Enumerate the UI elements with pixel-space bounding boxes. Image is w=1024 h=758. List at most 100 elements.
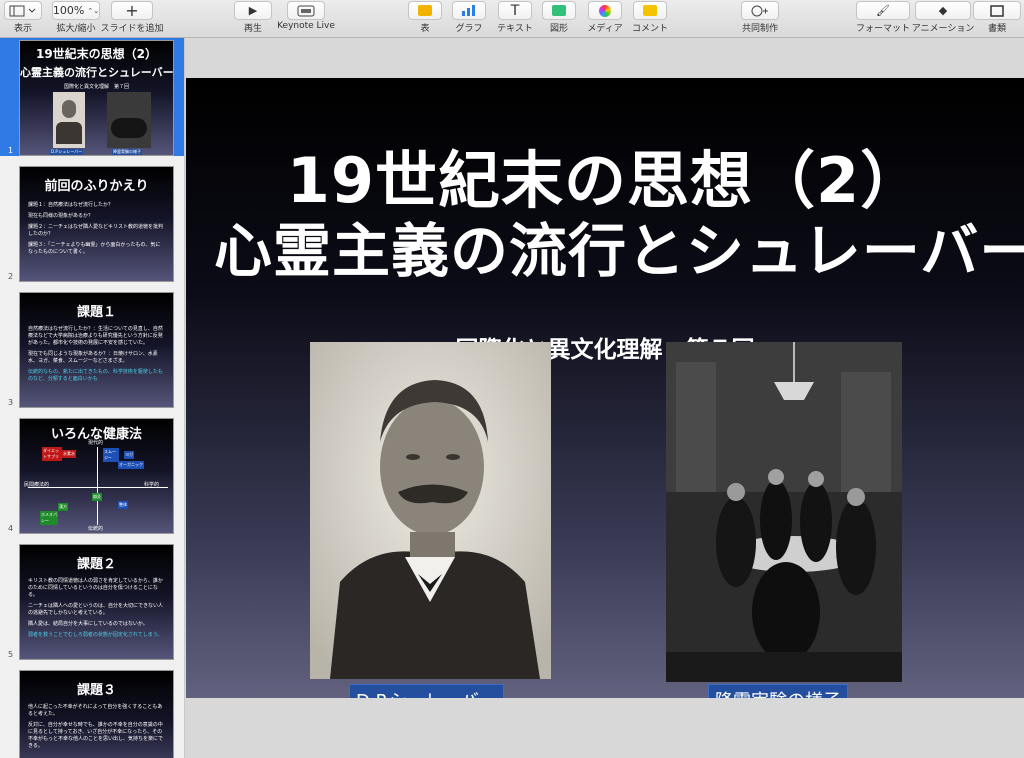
thumb-box: 鍼灸 bbox=[92, 493, 102, 501]
slide-number: 4 bbox=[8, 524, 14, 533]
thumb-bullet: 現在でも同じような現象があるか？：日焼けサロン、水素水、ヨガ、菜食、スムージーな… bbox=[28, 351, 158, 364]
thumb-box: スムージー bbox=[103, 448, 119, 462]
comment-icon bbox=[643, 5, 657, 16]
play-button[interactable]: ▶ bbox=[234, 1, 272, 20]
thumb-bullet: 課題２：ニーチェはなぜ隣人愛などキリスト教的道徳を批判したのか？ bbox=[28, 224, 164, 237]
caption-right[interactable]: 降霊実験の様子 bbox=[708, 684, 848, 698]
thumb-box: ヨガ bbox=[124, 451, 134, 459]
thumb-portrait-image bbox=[53, 92, 85, 148]
seance-photo[interactable] bbox=[666, 342, 902, 682]
thumb-axis-bottom-label: 伝統的 bbox=[88, 526, 104, 532]
shape-label: 図形 bbox=[549, 24, 568, 34]
thumb-caption-left: D.P.シュレーバー bbox=[50, 149, 84, 155]
slide-thumbnail-3[interactable]: 課題１ 自然療法はなぜ流行したか？：生活についての見直し、自然療法などで大学病院… bbox=[0, 290, 184, 408]
collaborate-control[interactable]: 共同制作 bbox=[735, 1, 785, 34]
keynote-live-control[interactable]: Keynote Live bbox=[277, 1, 335, 31]
chart-icon bbox=[462, 5, 475, 16]
zoom-control[interactable]: 100% ⌃⌄ 拡大/縮小 bbox=[51, 1, 101, 34]
comment-label: コメント bbox=[631, 24, 668, 34]
shape-control[interactable]: 図形 bbox=[541, 1, 577, 34]
collaborate-button[interactable] bbox=[741, 1, 779, 20]
slide-number: 1 bbox=[8, 146, 14, 155]
thumb-bullet: キリスト教の同情道徳は人の弱さを肯定しているから、誰かのために同情しているという… bbox=[28, 578, 163, 598]
view-label: 表示 bbox=[13, 24, 32, 34]
format-button[interactable]: 🖌 bbox=[856, 1, 910, 20]
shape-button[interactable] bbox=[542, 1, 576, 20]
media-icon bbox=[599, 4, 611, 17]
slide-thumbnail-4[interactable]: いろんな健康法 現代的 伝統的 民間療法的 科学的 ダイエットサプリ 水素水 ス… bbox=[0, 416, 184, 534]
table-control[interactable]: 表 bbox=[407, 1, 443, 34]
portrait-photo[interactable] bbox=[310, 342, 551, 679]
paintbrush-icon: 🖌 bbox=[876, 4, 890, 17]
slide-thumb: 課題３ 他人に起こった不幸がそれによって自分を強くすることもあると考えた。 反対… bbox=[19, 670, 174, 758]
slide-number: 5 bbox=[8, 650, 14, 659]
media-button[interactable] bbox=[588, 1, 622, 20]
table-button[interactable] bbox=[408, 1, 442, 20]
shape-icon bbox=[552, 5, 566, 16]
play-icon: ▶ bbox=[248, 4, 258, 17]
slide-thumbnail-6[interactable]: 課題３ 他人に起こった不幸がそれによって自分を強くすることもあると考えた。 反対… bbox=[0, 668, 184, 758]
view-button[interactable] bbox=[4, 1, 42, 20]
text-control[interactable]: T テキスト bbox=[495, 1, 535, 34]
thumb-bullet: 自然療法はなぜ流行したか？：生活についての見直し、自然療法などで大学病院は治療よ… bbox=[28, 326, 163, 346]
caption-left[interactable]: D.P.シュレーバー bbox=[349, 684, 504, 698]
add-slide-button[interactable]: + bbox=[111, 1, 153, 20]
slide-title-line-1[interactable]: 19世紀末の思想（2） bbox=[186, 150, 1024, 212]
slide-thumb: 前回のふりかえり 課題１：自然療法はなぜ流行したか？ 現在も同様の現象があるか？… bbox=[19, 166, 174, 282]
keynote-live-button[interactable] bbox=[287, 1, 325, 20]
document-button[interactable] bbox=[973, 1, 1021, 20]
animate-button[interactable]: ◆ bbox=[915, 1, 971, 20]
current-slide[interactable]: 19世紀末の思想（2） 心霊主義の流行とシュレーバー 国際化と異文化理解 第７回 bbox=[186, 78, 1024, 698]
thumb-bullet: 弱者を救うことでむしろ弱者の状態が固定化されてしまう。 bbox=[28, 632, 163, 638]
slide-navigator[interactable]: 19世紀末の思想（2） 心霊主義の流行とシュレーバー 国際化と異文化理解 第７回… bbox=[0, 38, 185, 758]
add-slide-control[interactable]: + スライドを追加 bbox=[101, 1, 164, 34]
diamond-icon: ◆ bbox=[938, 4, 948, 17]
slide-thumbnail-2[interactable]: 前回のふりかえり 課題１：自然療法はなぜ流行したか？ 現在も同様の現象があるか？… bbox=[0, 164, 184, 282]
zoom-value: 100% bbox=[52, 4, 85, 17]
view-control[interactable]: 表示 bbox=[4, 1, 42, 34]
thumb-subtitle: 国際化と異文化理解 第７回 bbox=[63, 84, 129, 90]
chart-label: グラフ bbox=[455, 24, 483, 34]
thumb-bullet: 課題３：「ニーチェよりも幽霊」から面白かったもの、気になったものについて書く。 bbox=[28, 242, 161, 255]
thumb-title-2: 心霊主義の流行とシュレーバー bbox=[20, 66, 174, 79]
sidebar-view-icon bbox=[9, 5, 36, 16]
thumb-bullet: ニーチェは隣人への愛というのは、自分を大切にできない人の逃避先でしかないと考えて… bbox=[28, 603, 164, 616]
slide-title-line-2[interactable]: 心霊主義の流行とシュレーバー bbox=[214, 222, 1024, 280]
thumb-title: 課題１ bbox=[76, 305, 116, 320]
document-control[interactable]: 書類 bbox=[972, 1, 1022, 34]
thumb-seance-image bbox=[107, 92, 151, 148]
document-label: 書類 bbox=[987, 24, 1006, 34]
text-button[interactable]: T bbox=[498, 1, 532, 20]
thumb-bullet: 反対に、自分が幸せな時でも、誰かの不幸を自分の意識の中に見るとして持っておき、い… bbox=[28, 722, 164, 749]
slide-thumb: いろんな健康法 現代的 伝統的 民間療法的 科学的 ダイエットサプリ 水素水 ス… bbox=[19, 418, 174, 534]
media-control[interactable]: メディア bbox=[585, 1, 625, 34]
text-icon: T bbox=[510, 2, 520, 19]
thumb-title: 課題２ bbox=[76, 557, 116, 572]
person-add-icon bbox=[751, 5, 768, 16]
thumb-axis-vertical bbox=[97, 447, 98, 525]
chart-button[interactable] bbox=[452, 1, 486, 20]
chart-control[interactable]: グラフ bbox=[451, 1, 487, 34]
thumb-bullet: 伝統的なもの、新たに出てきたもの、科学技術を駆使したものなど、分類すると面白いか… bbox=[28, 369, 163, 382]
thumb-bullet: 課題１：自然療法はなぜ流行したか？ bbox=[28, 202, 114, 208]
thumb-title: 19世紀末の思想（2） bbox=[35, 47, 158, 61]
slide-thumb: 課題１ 自然療法はなぜ流行したか？：生活についての見直し、自然療法などで大学病院… bbox=[19, 292, 174, 408]
thumb-axis-top-label: 現代的 bbox=[88, 440, 104, 446]
slide-canvas[interactable]: 19世紀末の思想（2） 心霊主義の流行とシュレーバー 国際化と異文化理解 第７回 bbox=[186, 38, 1024, 758]
slide-thumbnail-1[interactable]: 19世紀末の思想（2） 心霊主義の流行とシュレーバー 国際化と異文化理解 第７回… bbox=[0, 38, 184, 156]
comment-button[interactable] bbox=[633, 1, 667, 20]
slide-thumbnail-5[interactable]: 課題２ キリスト教の同情道徳は人の弱さを肯定しているから、誰かのために同情してい… bbox=[0, 542, 184, 660]
comment-control[interactable]: コメント bbox=[630, 1, 670, 34]
zoom-select[interactable]: 100% ⌃⌄ bbox=[52, 1, 100, 20]
play-control[interactable]: ▶ 再生 bbox=[233, 1, 273, 34]
animate-control[interactable]: ◆ アニメーション bbox=[912, 1, 974, 34]
thumb-bullet: 現在も同様の現象があるか？ bbox=[28, 213, 94, 219]
format-control[interactable]: 🖌 フォーマット bbox=[855, 1, 911, 34]
seance-image bbox=[666, 342, 902, 682]
add-slide-label: スライドを追加 bbox=[100, 24, 164, 34]
thumb-bullet: 隣人愛は、結局自分を大事にしているのではないか。 bbox=[28, 621, 148, 627]
zoom-label: 拡大/縮小 bbox=[56, 24, 96, 34]
plus-icon: + bbox=[125, 1, 139, 20]
slide-thumb: 19世紀末の思想（2） 心霊主義の流行とシュレーバー 国際化と異文化理解 第７回… bbox=[19, 40, 174, 156]
thumb-caption-right: 降霊実験の様子 bbox=[112, 149, 142, 155]
